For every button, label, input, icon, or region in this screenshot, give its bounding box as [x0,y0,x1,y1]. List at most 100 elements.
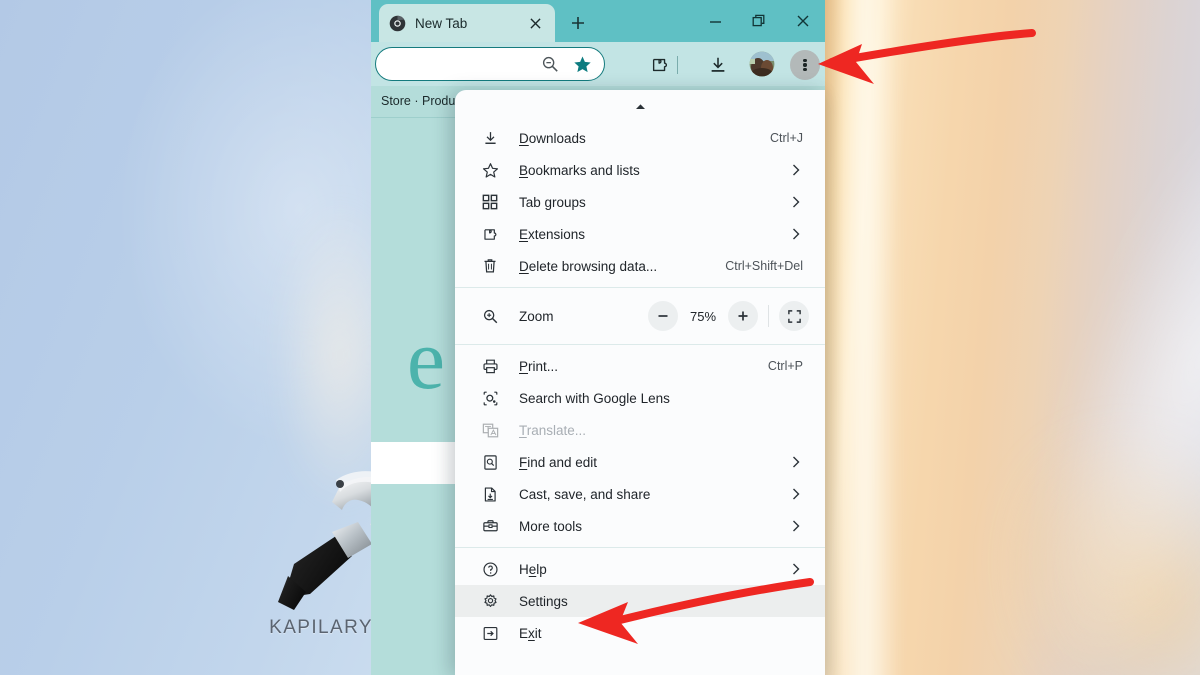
menu-item-label: Bookmarks and lists [519,162,640,178]
menu-group-3: Print... Ctrl+P Search with Google Lens [455,350,825,542]
address-bar[interactable] [375,47,605,81]
menu-group-4: Help Settings Exit [455,553,825,649]
toolbox-icon [479,515,501,537]
puzzle-piece-icon [652,58,667,71]
menu-item-extensions[interactable]: Extensions [455,218,825,250]
bookmark-star-button[interactable] [571,53,593,75]
fullscreen-button[interactable] [779,301,809,331]
menu-item-shortcut: Ctrl+J [770,131,803,145]
browser-toolbar [371,42,825,86]
menu-item-tab-groups[interactable]: Tab groups [455,186,825,218]
chrome-main-menu: Downloads Ctrl+J Bookmarks and lists Tab… [455,90,825,675]
window-controls [693,0,825,42]
cast-save-share-icon [479,483,501,505]
menu-item-search-with-google-lens[interactable]: Search with Google Lens [455,382,825,414]
zoom-label: Zoom [519,308,554,324]
avatar-icon [749,51,775,77]
menu-group-1: Downloads Ctrl+J Bookmarks and lists Tab… [455,122,825,282]
menu-item-find-and-edit[interactable]: Find and edit [455,446,825,478]
star-filled-icon [573,56,591,72]
exit-icon [479,622,501,644]
menu-item-label: Extensions [519,226,586,242]
menu-collapse-button[interactable] [455,90,825,122]
new-tab-button[interactable] [565,10,591,36]
printer-icon [479,355,501,377]
menu-item-label: Search with Google Lens [519,390,670,406]
chevron-right-icon [789,455,803,469]
menu-item-translate: Translate... [455,414,825,446]
restore-icon [752,14,765,27]
toolbar-divider [677,56,678,74]
menu-item-label: Help [519,561,547,577]
grid-icon [479,191,501,213]
lens-icon [479,387,501,409]
plus-icon [738,311,748,321]
menu-item-label: Print... [519,358,559,374]
gear-icon [479,590,501,612]
close-icon [529,17,541,29]
chevron-right-icon [789,562,803,576]
chevron-right-icon [789,519,803,533]
minimize-icon [709,20,721,23]
download-icon [479,127,501,149]
menu-separator [455,547,825,548]
find-icon [479,451,501,473]
tab-close-button[interactable] [525,13,545,33]
zoom-in-icon [479,305,501,327]
chevron-up-icon [635,103,645,109]
profile-avatar-button[interactable] [749,51,775,77]
tab-new-tab[interactable]: New Tab [379,4,555,42]
menu-separator [455,287,825,288]
menu-item-label: Translate... [519,422,587,438]
menu-dot [803,68,807,72]
chevron-right-icon [789,163,803,177]
chevron-right-icon [789,487,803,501]
menu-item-label: Cast, save, and share [519,486,651,502]
minimize-button[interactable] [693,0,737,42]
help-circle-icon [479,558,501,580]
puzzle-piece-icon [479,223,501,245]
chrome-logo-icon [389,15,406,31]
zoom-out-button[interactable] [648,301,678,331]
menu-item-settings[interactable]: Settings [455,585,825,617]
menu-item-print[interactable]: Print... Ctrl+P [455,350,825,382]
chevron-right-icon [789,195,803,209]
zoom-level-value: 75% [689,308,717,324]
menu-dot [803,63,807,67]
menu-item-exit[interactable]: Exit [455,617,825,649]
trash-icon [479,255,501,277]
menu-item-label: Exit [519,625,542,641]
chevron-right-icon [789,227,803,241]
menu-item-label: Tab groups [519,194,586,210]
three-dots-menu-button[interactable] [790,50,820,80]
star-outline-icon [479,159,501,181]
menu-item-cast-save-and-share[interactable]: Cast, save, and share [455,478,825,510]
downloads-button[interactable] [706,53,729,76]
menu-item-downloads[interactable]: Downloads Ctrl+J [455,122,825,154]
tab-title: New Tab [415,15,468,31]
menu-item-delete-browsing-data[interactable]: Delete browsing data... Ctrl+Shift+Del [455,250,825,282]
zoom-in-button[interactable] [728,301,758,331]
menu-item-label: Downloads [519,130,586,146]
zoom-row-divider [768,305,769,327]
menu-item-label: Settings [519,593,568,609]
zoom-out-icon [542,56,558,72]
menu-item-label: More tools [519,518,583,534]
zoom-out-icon-button[interactable] [539,53,561,75]
menu-item-more-tools[interactable]: More tools [455,510,825,542]
download-icon [711,57,724,72]
extensions-button[interactable] [648,53,671,76]
close-window-button[interactable] [781,0,825,42]
restore-button[interactable] [737,0,781,42]
menu-separator [455,344,825,345]
menu-item-bookmarks-and-lists[interactable]: Bookmarks and lists [455,154,825,186]
menu-item-shortcut: Ctrl+Shift+Del [725,259,803,273]
minus-icon [658,315,668,317]
menu-item-help[interactable]: Help [455,553,825,585]
fullscreen-icon [787,309,801,323]
tab-strip: New Tab [371,0,825,42]
menu-item-label: Delete browsing data... [519,258,658,274]
plus-icon [572,17,584,29]
menu-item-shortcut: Ctrl+P [767,359,803,373]
translate-icon [479,419,501,441]
